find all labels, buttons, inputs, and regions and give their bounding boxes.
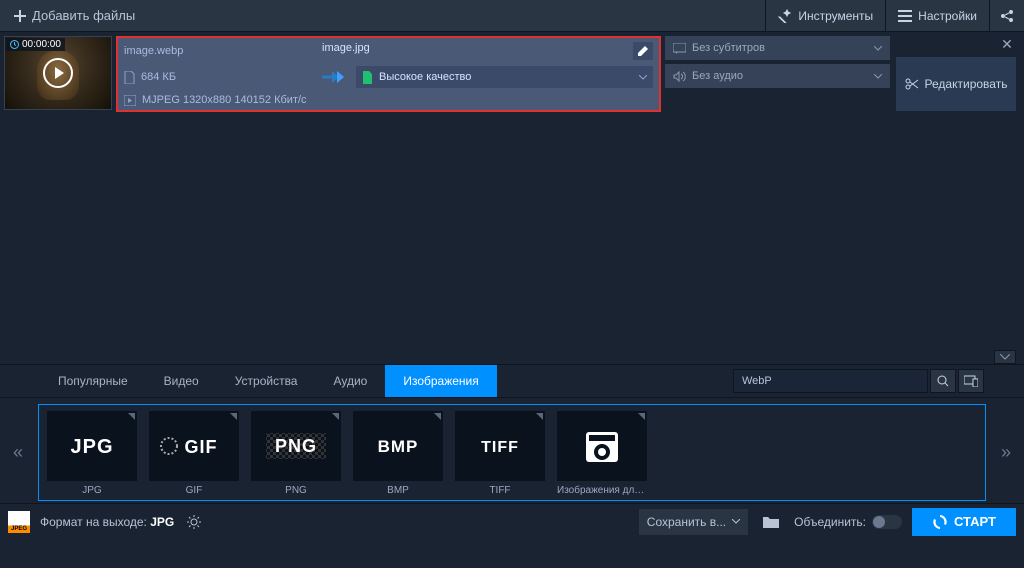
- add-files-label: Добавить файлы: [32, 8, 135, 23]
- audio-dropdown[interactable]: Без аудио: [665, 64, 890, 88]
- open-folder-button[interactable]: [958, 369, 984, 393]
- format-panel: Популярные Видео Устройства Аудио Изобра…: [0, 364, 1024, 503]
- file-size-text: 684 КБ: [141, 71, 176, 83]
- start-label: СТАРТ: [954, 514, 996, 529]
- share-icon: [1000, 9, 1014, 23]
- merge-label: Объединить:: [794, 515, 866, 529]
- subtitle-icon: [673, 43, 686, 54]
- remove-file-button[interactable]: ✕: [998, 36, 1016, 53]
- subtitle-dropdown[interactable]: Без субтитров: [665, 36, 890, 60]
- file-info-highlighted: image.webp image.jpg 684 КБ Высокое каче…: [116, 36, 661, 112]
- file-side-options: Без субтитров Без аудио ✕ Редактировать: [665, 36, 1020, 111]
- edit-label: Редактировать: [925, 77, 1008, 91]
- plus-icon: [14, 10, 26, 22]
- audio-label: Без аудио: [692, 70, 743, 82]
- save-to-label: Сохранить в...: [647, 515, 726, 529]
- tools-label: Инструменты: [798, 9, 873, 23]
- clock-icon: [10, 40, 19, 49]
- chevron-down-icon: [1000, 354, 1010, 360]
- svg-text:TIFF: TIFF: [481, 439, 519, 456]
- save-to-dropdown[interactable]: Сохранить в...: [639, 509, 748, 535]
- quality-label: Высокое качество: [379, 71, 471, 83]
- format-tabs: Популярные Видео Устройства Аудио Изобра…: [0, 364, 1024, 398]
- svg-text:GIF: GIF: [185, 437, 218, 457]
- arrow-icon: [322, 70, 348, 84]
- merge-toggle: Объединить:: [794, 515, 902, 529]
- tab-video[interactable]: Видео: [146, 365, 217, 397]
- svg-text:PNG: PNG: [275, 436, 317, 456]
- output-format-icon: JPEG: [8, 511, 30, 533]
- tab-images[interactable]: Изображения: [385, 365, 496, 397]
- wand-icon: [778, 9, 792, 23]
- tools-button[interactable]: Инструменты: [765, 0, 885, 32]
- file-icon: [124, 71, 135, 84]
- tile-label: GIF: [186, 485, 203, 496]
- format-tile-gif[interactable]: GIF: [149, 411, 239, 481]
- file-icon: [362, 71, 373, 84]
- tile-label: PNG: [285, 485, 307, 496]
- quality-dropdown[interactable]: Высокое качество: [356, 66, 653, 88]
- tiles-next-button[interactable]: »: [994, 405, 1018, 501]
- audio-icon: [673, 71, 686, 82]
- format-tiles: JPG JPG GIF GIF PNG PNG BMP BMP: [38, 404, 986, 501]
- svg-text:JPG: JPG: [70, 436, 113, 458]
- bottombar: JPEG Формат на выходе: JPG Сохранить в..…: [0, 503, 1024, 539]
- format-settings-button[interactable]: [184, 512, 204, 532]
- format-tile-tiff[interactable]: TIFF: [455, 411, 545, 481]
- chevron-down-icon: [732, 519, 740, 524]
- edit-button[interactable]: Редактировать: [896, 57, 1016, 111]
- file-row: 00:00:00 image.webp image.jpg 684 КБ Выс…: [0, 32, 1024, 116]
- svg-text:BMP: BMP: [378, 437, 419, 456]
- device-icon: [964, 375, 978, 387]
- pencil-icon: [637, 45, 649, 57]
- topbar: Добавить файлы Инструменты Настройки: [0, 0, 1024, 32]
- tile-label: JPG: [82, 485, 101, 496]
- folder-icon: [763, 515, 779, 528]
- merge-switch[interactable]: [872, 515, 902, 529]
- duration-text: 00:00:00: [22, 39, 61, 50]
- tab-audio[interactable]: Аудио: [315, 365, 385, 397]
- subtitle-label: Без субтитров: [692, 42, 765, 54]
- rename-button[interactable]: [633, 42, 653, 60]
- settings-button[interactable]: Настройки: [885, 0, 989, 32]
- codec-text: MJPEG 1320x880 140152 Кбит/с: [142, 94, 307, 106]
- input-filename: image.webp: [124, 45, 314, 57]
- format-tile-jpg[interactable]: JPG: [47, 411, 137, 481]
- chevron-down-icon: [639, 75, 647, 80]
- share-button[interactable]: [989, 0, 1024, 32]
- gear-icon: [187, 515, 201, 529]
- tile-label: BMP: [387, 485, 409, 496]
- menu-icon: [898, 10, 912, 22]
- tiles-prev-button[interactable]: «: [6, 405, 30, 501]
- file-size: 684 КБ: [124, 71, 314, 84]
- tile-label: Изображения для с...: [557, 485, 647, 496]
- format-tile-png[interactable]: PNG: [251, 411, 341, 481]
- start-button[interactable]: СТАРТ: [912, 508, 1016, 536]
- search-button[interactable]: [930, 369, 956, 393]
- output-filename: image.jpg: [322, 42, 633, 60]
- tab-popular[interactable]: Популярные: [40, 365, 146, 397]
- video-icon: [124, 95, 136, 106]
- convert-icon: [932, 514, 948, 530]
- file-thumbnail[interactable]: 00:00:00: [4, 36, 112, 110]
- duration-badge: 00:00:00: [6, 38, 65, 51]
- format-tile-social[interactable]: [557, 411, 647, 481]
- play-button[interactable]: [43, 58, 73, 88]
- browse-folder-button[interactable]: [758, 509, 784, 535]
- format-tile-bmp[interactable]: BMP: [353, 411, 443, 481]
- search-icon: [937, 375, 949, 387]
- chevron-down-icon: [874, 74, 882, 79]
- camera-icon: [582, 426, 622, 466]
- chevron-down-icon: [874, 46, 882, 51]
- panel-toggle[interactable]: [994, 350, 1016, 364]
- format-search-input[interactable]: [733, 369, 928, 393]
- tab-devices[interactable]: Устройства: [217, 365, 316, 397]
- scissors-icon: [905, 77, 919, 91]
- settings-label: Настройки: [918, 9, 977, 23]
- tile-label: TIFF: [489, 485, 510, 496]
- add-files-button[interactable]: Добавить файлы: [0, 0, 149, 32]
- file-list-area: [0, 116, 1024, 364]
- codec-info: MJPEG 1320x880 140152 Кбит/с: [124, 94, 653, 106]
- output-format-text: Формат на выходе: JPG: [40, 515, 174, 529]
